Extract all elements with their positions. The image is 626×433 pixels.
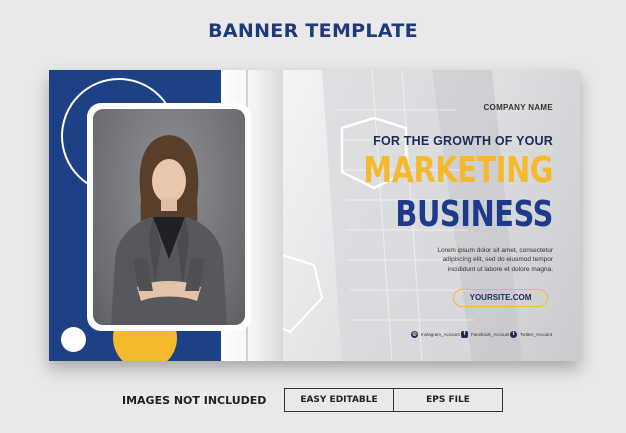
social-facebook[interactable]: f Facebook_Account: [461, 331, 510, 338]
feature-easy-editable: EASY EDITABLE: [284, 388, 394, 412]
facebook-icon: f: [461, 331, 468, 338]
model-photo: [93, 109, 245, 325]
banner-preview: COMPANY NAME FOR THE GROWTH OF YOUR MARK…: [49, 70, 580, 361]
twitter-icon: t: [510, 331, 517, 338]
social-label: Instagram_Account: [421, 332, 460, 337]
body-copy: Lorem ipsum dolor sit amet, consectetur …: [403, 246, 553, 274]
body-line: incididunt ut labore et dolore magna.: [447, 265, 553, 273]
white-circle: [61, 327, 86, 352]
page-title: BANNER TEMPLATE: [208, 20, 418, 42]
tagline: FOR THE GROWTH OF YOUR: [373, 134, 553, 148]
social-label: Facebook_Account: [471, 332, 510, 337]
headline-business: BUSINESS: [395, 194, 553, 235]
headline-marketing: MARKETING: [363, 150, 553, 191]
instagram-icon: ◎: [411, 331, 418, 338]
social-label: Twitter_Account: [520, 332, 553, 337]
feature-eps-file: EPS FILE: [393, 388, 503, 412]
social-instagram[interactable]: ◎ Instagram_Account: [411, 331, 460, 338]
images-not-included-notice: IMAGES NOT INCLUDED: [122, 394, 267, 407]
woman-silhouette-icon: [111, 135, 227, 325]
body-line: adipiscing elit, sed do eiusmod tempor: [442, 256, 553, 264]
social-twitter[interactable]: t Twitter_Account: [510, 331, 552, 338]
website-button[interactable]: YOURSITE.COM: [453, 289, 548, 307]
company-name: COMPANY NAME: [483, 103, 553, 112]
body-line: Lorem ipsum dolor sit amet, consectetur: [437, 247, 553, 254]
